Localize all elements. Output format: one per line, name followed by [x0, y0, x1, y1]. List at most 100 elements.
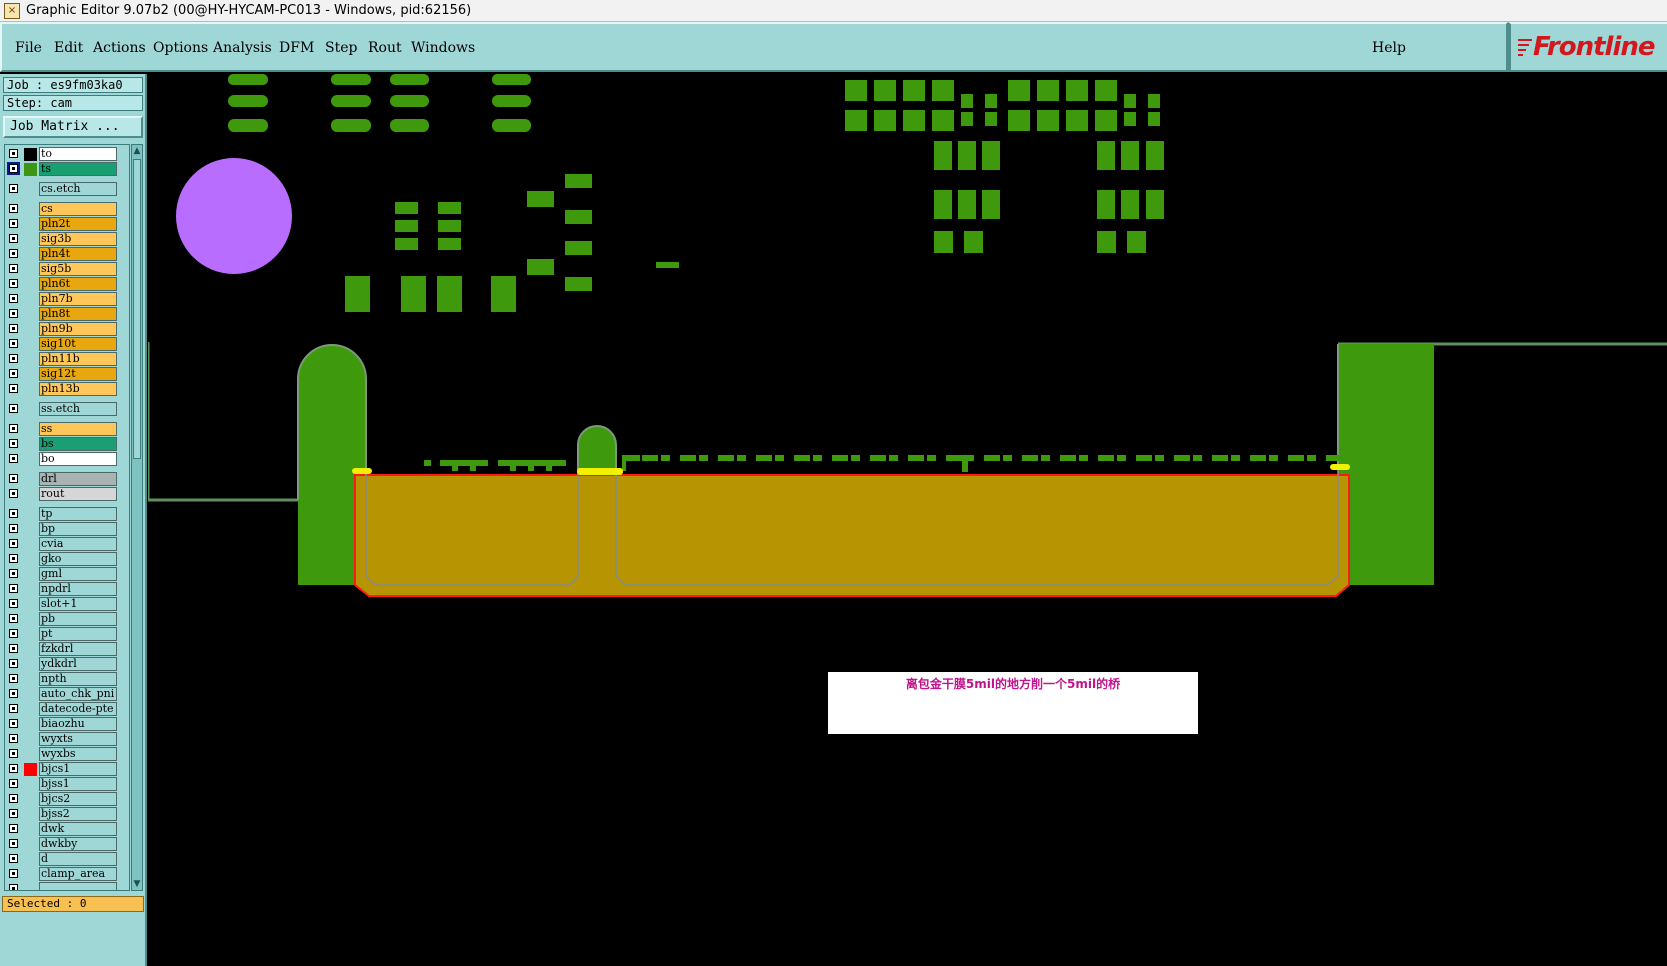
layer-checkbox[interactable] [9, 839, 18, 848]
layer-name[interactable]: npth [39, 672, 117, 686]
layer-checkbox[interactable] [9, 629, 18, 638]
layer-color-swatch[interactable] [24, 868, 37, 881]
layer-row[interactable]: rout [5, 487, 129, 502]
layer-row[interactable]: gml [5, 567, 129, 582]
layer-name[interactable]: dwkby [39, 837, 117, 851]
layer-row[interactable]: d [5, 852, 129, 867]
layer-checkbox[interactable] [9, 149, 18, 158]
layer-name[interactable]: bs [39, 437, 117, 451]
layer-color-swatch[interactable] [24, 383, 37, 396]
layer-checkbox[interactable] [9, 439, 18, 448]
layer-checkbox[interactable] [9, 644, 18, 653]
layer-row[interactable]: tp [5, 507, 129, 522]
layer-row[interactable]: gko [5, 552, 129, 567]
layer-color-swatch[interactable] [24, 508, 37, 521]
layer-name[interactable]: sig10t [39, 337, 117, 351]
layer-checkbox[interactable] [9, 264, 18, 273]
layer-color-swatch[interactable] [24, 688, 37, 701]
layer-color-swatch[interactable] [24, 568, 37, 581]
layer-row[interactable]: ts [5, 162, 129, 177]
scroll-down-arrow-icon[interactable]: ▼ [132, 878, 142, 890]
layer-checkbox[interactable] [9, 749, 18, 758]
layer-name[interactable]: auto_chk_pni [39, 687, 117, 701]
layer-name[interactable]: rout [39, 487, 117, 501]
layer-name[interactable]: pln8t [39, 307, 117, 321]
layer-list-scrollbar[interactable]: ▲ ▼ [131, 144, 143, 891]
layer-row[interactable]: bjss1 [5, 777, 129, 792]
layer-checkbox[interactable] [9, 614, 18, 623]
layer-name[interactable]: biaozhu [39, 717, 117, 731]
layer-color-swatch[interactable] [24, 673, 37, 686]
menu-windows[interactable]: Windows [411, 40, 475, 56]
layer-checkbox[interactable] [9, 659, 18, 668]
layer-checkbox[interactable] [9, 674, 18, 683]
layer-name[interactable]: fzkdrl [39, 642, 117, 656]
layer-checkbox[interactable] [9, 184, 18, 193]
layer-name[interactable]: pln2t [39, 217, 117, 231]
layer-checkbox[interactable] [9, 689, 18, 698]
layer-name[interactable]: dwk [39, 822, 117, 836]
layer-row[interactable]: sig5b [5, 262, 129, 277]
layer-name[interactable]: pln4t [39, 247, 117, 261]
layer-color-swatch[interactable] [24, 368, 37, 381]
layer-checkbox[interactable] [9, 584, 18, 593]
layer-color-swatch[interactable] [24, 583, 37, 596]
menu-dfm[interactable]: DFM [279, 40, 314, 56]
menu-edit[interactable]: Edit [54, 40, 83, 56]
layer-checkbox[interactable] [9, 539, 18, 548]
layer-color-swatch[interactable] [24, 598, 37, 611]
layer-color-swatch[interactable] [24, 838, 37, 851]
layer-row[interactable]: sig12t [5, 367, 129, 382]
layer-checkbox[interactable] [9, 249, 18, 258]
layer-row[interactable]: pln2t [5, 217, 129, 232]
layer-checkbox[interactable] [9, 794, 18, 803]
layer-row[interactable]: bjcs1 [5, 762, 129, 777]
layer-color-swatch[interactable] [24, 853, 37, 866]
layer-color-swatch[interactable] [24, 538, 37, 551]
layer-row[interactable]: npdrl [5, 582, 129, 597]
layer-row[interactable]: npth [5, 672, 129, 687]
layer-color-swatch[interactable] [24, 733, 37, 746]
layer-checkbox[interactable] [9, 599, 18, 608]
layer-checkbox[interactable] [9, 219, 18, 228]
layer-checkbox[interactable] [9, 424, 18, 433]
menu-step[interactable]: Step [325, 40, 357, 56]
layer-color-swatch[interactable] [24, 293, 37, 306]
layer-checkbox[interactable] [9, 354, 18, 363]
menu-help[interactable]: Help [1372, 40, 1406, 56]
layer-row[interactable]: pln4t [5, 247, 129, 262]
layer-color-swatch[interactable] [24, 778, 37, 791]
layer-color-swatch[interactable] [24, 323, 37, 336]
layer-name[interactable]: ss [39, 422, 117, 436]
layer-row[interactable]: auto_chk_pni [5, 687, 129, 702]
layer-row[interactable]: pln6t [5, 277, 129, 292]
layer-checkbox[interactable] [9, 779, 18, 788]
layer-row[interactable]: pln13b [5, 382, 129, 397]
layer-name[interactable]: cs.etch [39, 182, 117, 196]
layer-name[interactable]: sig12t [39, 367, 117, 381]
layer-row[interactable]: cvia [5, 537, 129, 552]
layer-name[interactable]: bo [39, 452, 117, 466]
layer-checkbox[interactable] [9, 809, 18, 818]
layer-row[interactable]: dwk [5, 822, 129, 837]
layer-row[interactable]: pb [5, 612, 129, 627]
layer-name[interactable]: ydkdrl [39, 657, 117, 671]
layer-checkbox[interactable] [9, 309, 18, 318]
job-matrix-button[interactable]: Job Matrix ... [3, 116, 143, 138]
layer-row[interactable]: ydkdrl [5, 657, 129, 672]
layer-color-swatch[interactable] [24, 823, 37, 836]
layer-name[interactable]: bjss1 [39, 777, 117, 791]
layer-color-swatch[interactable] [24, 658, 37, 671]
layer-color-swatch[interactable] [24, 403, 37, 416]
layer-name[interactable]: ss.etch [39, 402, 117, 416]
layer-checkbox[interactable] [9, 509, 18, 518]
layer-color-swatch[interactable] [24, 183, 37, 196]
layer-checkbox[interactable] [9, 719, 18, 728]
layer-name[interactable] [39, 882, 117, 890]
menu-actions[interactable]: Actions [93, 40, 146, 56]
layer-color-swatch[interactable] [24, 883, 37, 890]
layer-color-swatch[interactable] [24, 628, 37, 641]
layer-row[interactable]: clamp_area [5, 867, 129, 882]
layer-checkbox[interactable] [9, 704, 18, 713]
layer-name[interactable]: slot+1 [39, 597, 117, 611]
